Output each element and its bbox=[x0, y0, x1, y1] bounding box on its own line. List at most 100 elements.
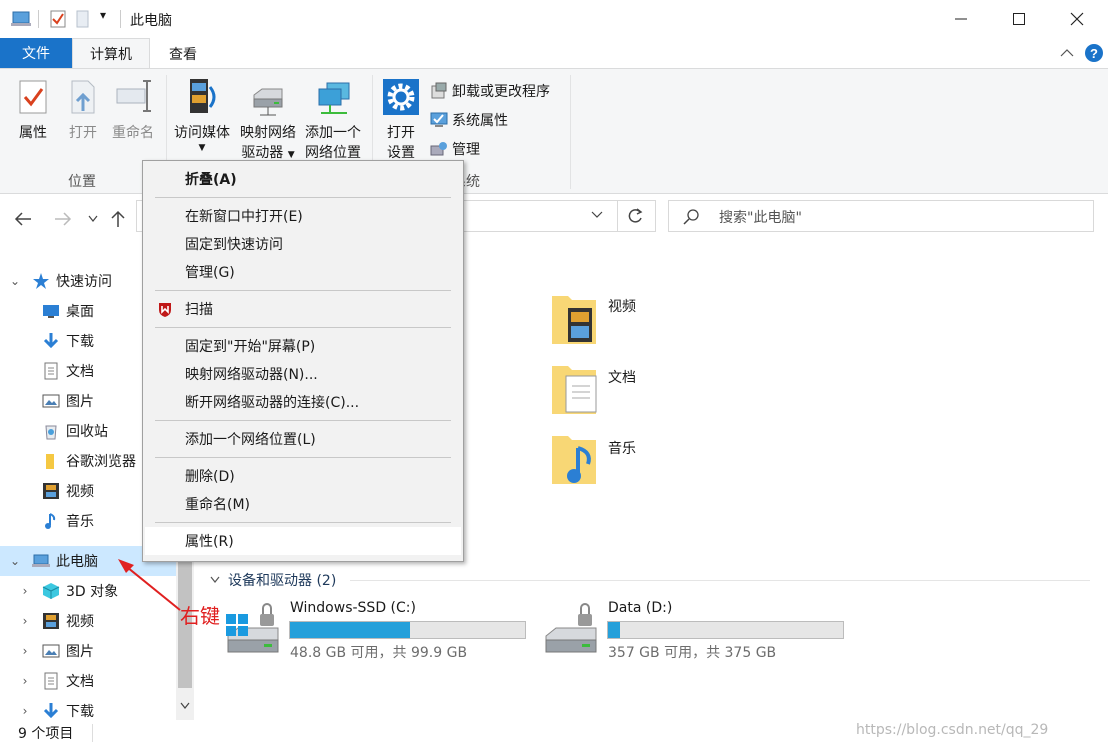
nav-item-label: 视频 bbox=[66, 614, 94, 630]
chevron-down-icon[interactable]: ⌄ bbox=[8, 274, 22, 288]
open-icon bbox=[71, 80, 95, 114]
scroll-down-icon[interactable] bbox=[180, 702, 190, 710]
video-icon bbox=[43, 483, 59, 499]
document-icon bbox=[44, 362, 58, 380]
properties-label: 属性 bbox=[19, 125, 47, 141]
add-network-location-button[interactable]: 添加一个 网络位置 bbox=[300, 77, 366, 163]
manage-button[interactable]: 管理 bbox=[430, 139, 480, 159]
properties-button[interactable]: 属性 bbox=[10, 77, 56, 143]
rename-icon bbox=[116, 80, 151, 112]
video-folder-icon[interactable] bbox=[546, 290, 606, 350]
pictures-icon bbox=[42, 394, 60, 408]
drive-usage-fill-d bbox=[608, 622, 620, 638]
menu-item-label: 固定到"开始"屏幕(P) bbox=[185, 339, 316, 355]
devices-section-header[interactable]: 设备和驱动器 (2) bbox=[210, 570, 336, 590]
menu-item-label: 固定到快速访问 bbox=[185, 237, 283, 253]
nav-item-label: 下载 bbox=[66, 704, 94, 720]
nav-item-documents-pc[interactable]: › 文档 bbox=[0, 666, 176, 696]
properties-icon[interactable] bbox=[50, 10, 66, 28]
system-properties-icon bbox=[430, 112, 448, 127]
refresh-icon[interactable] bbox=[626, 207, 644, 225]
recent-locations-chevron-icon[interactable] bbox=[88, 215, 98, 223]
menu-item-map-network-drive[interactable]: 映射网络驱动器(N)... bbox=[145, 360, 461, 388]
folder-name-music[interactable]: 音乐 bbox=[608, 438, 636, 458]
search-box[interactable]: 搜索"此电脑" bbox=[668, 200, 1094, 232]
menu-item-label: 重命名(M) bbox=[185, 497, 251, 513]
chevron-right-icon[interactable]: › bbox=[18, 584, 32, 598]
annotation-label: 右键 bbox=[180, 604, 220, 628]
menu-item-label: 属性(R) bbox=[185, 534, 234, 550]
nav-item-label: 音乐 bbox=[66, 514, 94, 530]
nav-item-label: 视频 bbox=[66, 484, 94, 500]
menu-item-properties[interactable]: 属性(R) bbox=[145, 527, 461, 555]
folder-name-videos[interactable]: 视频 bbox=[608, 296, 636, 316]
collapse-ribbon-icon[interactable] bbox=[1060, 48, 1074, 58]
qat-dropdown[interactable]: ▾ bbox=[100, 8, 106, 22]
menu-item-disconnect-network-drive[interactable]: 断开网络驱动器的连接(C)... bbox=[145, 388, 461, 416]
tab-file[interactable]: 文件 bbox=[0, 38, 72, 68]
menu-item-rename[interactable]: 重命名(M) bbox=[145, 490, 461, 518]
chevron-down-icon[interactable]: ⌄ bbox=[8, 554, 22, 568]
minimize-icon bbox=[955, 18, 967, 20]
open-button[interactable]: 打开 bbox=[62, 77, 104, 143]
chevron-right-icon[interactable]: › bbox=[18, 644, 32, 658]
data-drive-icon[interactable] bbox=[542, 600, 602, 660]
pictures-icon bbox=[42, 644, 60, 658]
uninstall-label: 卸载或更改程序 bbox=[452, 84, 550, 100]
folder-name-documents[interactable]: 文档 bbox=[608, 367, 636, 387]
system-properties-button[interactable]: 系统属性 bbox=[430, 110, 508, 130]
map-network-drive-button[interactable]: 映射网络 驱动器 ▼ bbox=[236, 77, 300, 165]
forward-arrow-icon[interactable] bbox=[54, 212, 72, 226]
close-button[interactable] bbox=[1048, 0, 1106, 38]
title-bar: ▾ 此电脑 bbox=[0, 0, 1108, 38]
nav-item-pictures-pc[interactable]: › 图片 bbox=[0, 636, 176, 666]
chevron-right-icon[interactable]: › bbox=[18, 704, 32, 718]
menu-item-label: 断开网络驱动器的连接(C)... bbox=[185, 395, 360, 411]
new-folder-icon[interactable] bbox=[76, 10, 90, 28]
properties-icon bbox=[19, 80, 47, 114]
menu-item-pin-start[interactable]: 固定到"开始"屏幕(P) bbox=[145, 332, 461, 360]
nav-item-label: 快速访问 bbox=[56, 274, 112, 290]
mcafee-shield-icon bbox=[159, 303, 171, 317]
chevron-right-icon[interactable]: › bbox=[18, 614, 32, 628]
computer-icon bbox=[32, 554, 50, 567]
menu-item-manage[interactable]: 管理(G) bbox=[145, 258, 461, 286]
drive-usage-bar-c bbox=[289, 621, 526, 639]
windows-drive-icon[interactable] bbox=[224, 600, 284, 660]
chevron-down-icon[interactable] bbox=[210, 576, 220, 584]
help-icon[interactable]: ? bbox=[1084, 43, 1104, 63]
document-folder-icon[interactable] bbox=[546, 360, 606, 420]
uninstall-program-button[interactable]: 卸载或更改程序 bbox=[430, 81, 550, 101]
search-icon bbox=[683, 209, 699, 225]
drive-usage-fill-c bbox=[290, 622, 410, 638]
folder-icon bbox=[46, 454, 54, 469]
tab-view[interactable]: 查看 bbox=[150, 38, 216, 69]
maximize-icon bbox=[1013, 13, 1025, 25]
tab-computer[interactable]: 计算机 bbox=[72, 38, 150, 69]
rename-button[interactable]: 重命名 bbox=[108, 77, 158, 143]
music-folder-icon[interactable] bbox=[546, 430, 606, 490]
recycle-bin-icon bbox=[45, 425, 57, 440]
search-placeholder: 搜索"此电脑" bbox=[719, 210, 802, 226]
up-arrow-icon[interactable] bbox=[110, 210, 126, 228]
menu-item-collapse[interactable]: 折叠(A) bbox=[145, 165, 461, 193]
menu-item-open-new-window[interactable]: 在新窗口中打开(E) bbox=[145, 202, 461, 230]
menu-item-pin-quick-access[interactable]: 固定到快速访问 bbox=[145, 230, 461, 258]
drive-name-d[interactable]: Data (D:) bbox=[608, 600, 672, 616]
back-arrow-icon[interactable] bbox=[14, 212, 32, 226]
access-media-button[interactable]: 访问媒体 ▼ bbox=[170, 77, 234, 153]
drive-name-c[interactable]: Windows-SSD (C:) bbox=[290, 600, 416, 616]
address-dropdown-icon[interactable] bbox=[591, 211, 603, 219]
open-settings-button[interactable]: 打开 设置 bbox=[378, 77, 424, 163]
menu-item-scan[interactable]: 扫描 bbox=[145, 295, 461, 323]
minimize-button[interactable] bbox=[932, 0, 990, 38]
menu-item-label: 在新窗口中打开(E) bbox=[185, 209, 303, 225]
chevron-right-icon[interactable]: › bbox=[18, 674, 32, 688]
maximize-button[interactable] bbox=[990, 0, 1048, 38]
menu-item-delete[interactable]: 删除(D) bbox=[145, 462, 461, 490]
3d-objects-icon bbox=[42, 583, 60, 599]
item-count: 9 个项目 bbox=[18, 726, 74, 742]
access-media-icon bbox=[190, 79, 216, 113]
menu-item-add-network-location[interactable]: 添加一个网络位置(L) bbox=[145, 425, 461, 453]
computer-icon[interactable] bbox=[10, 10, 32, 28]
